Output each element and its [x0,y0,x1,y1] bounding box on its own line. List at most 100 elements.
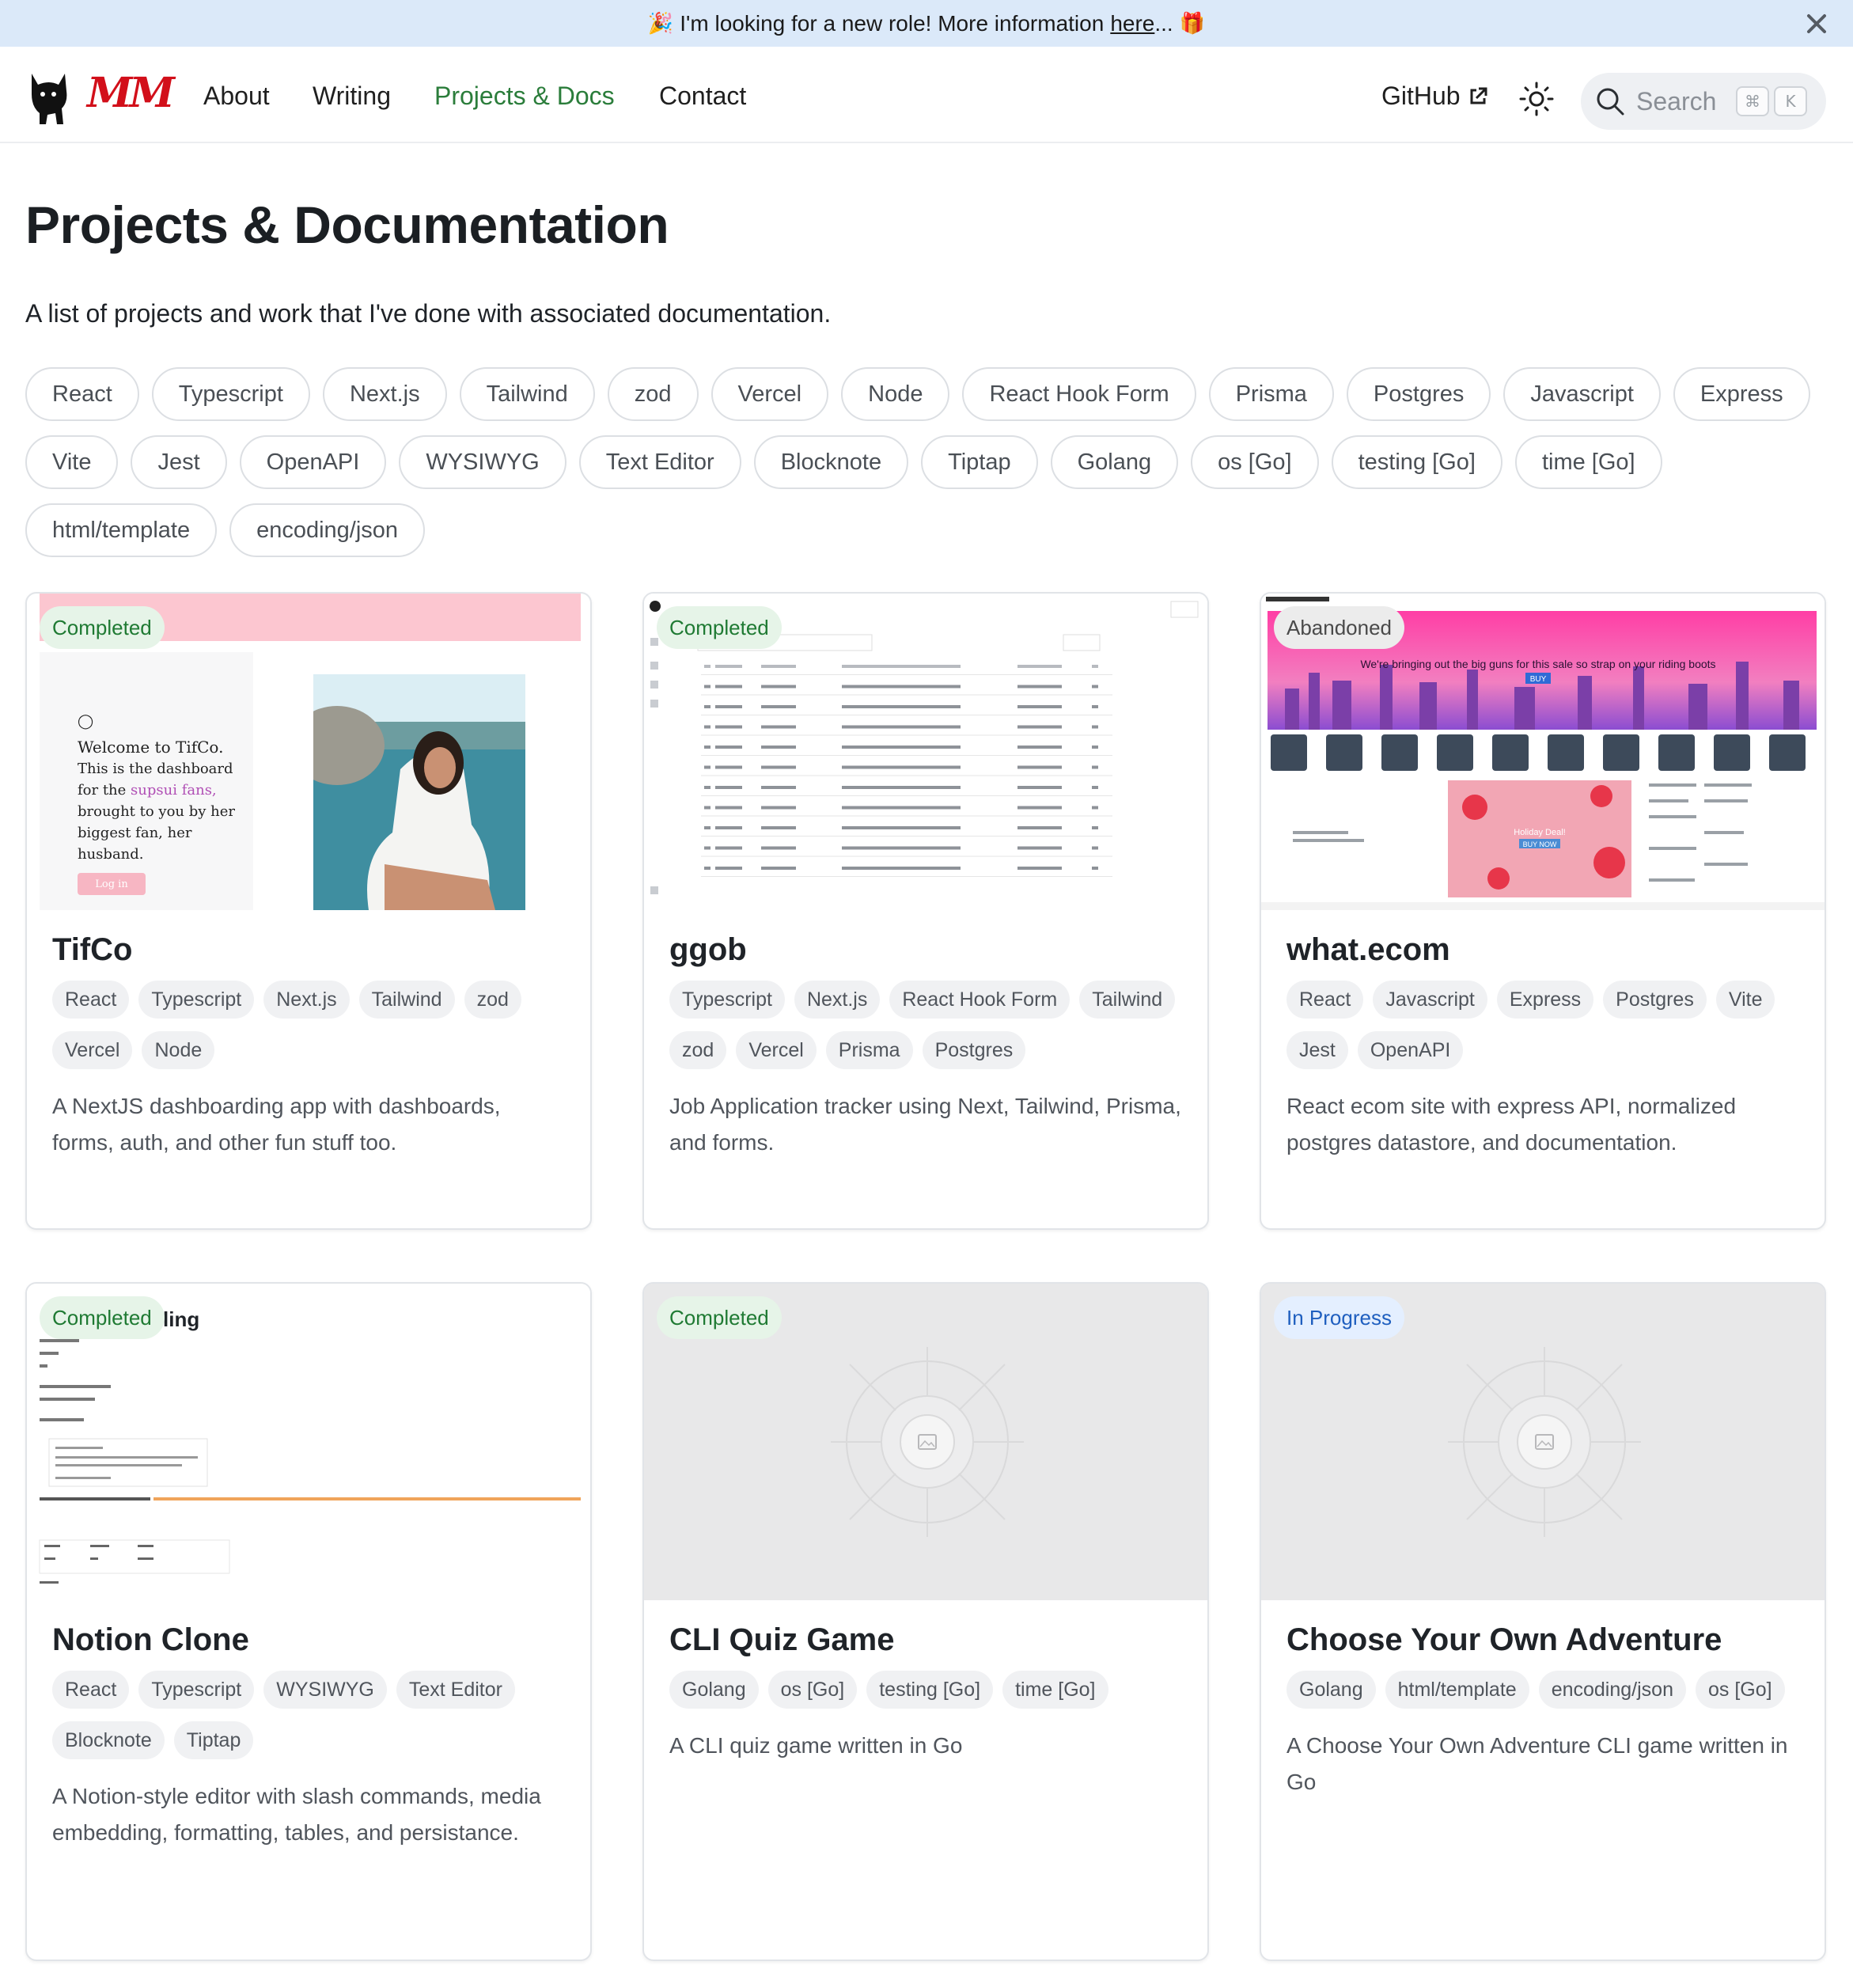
project-preview-what-ecom: We're bringing out the big guns for this… [1261,594,1825,910]
tag: Postgres [922,1031,1026,1069]
filter-chip[interactable]: Express [1673,367,1810,421]
preview-row-cell [1017,765,1062,769]
tag: time [Go] [1002,1671,1108,1709]
filter-chip[interactable]: Next.js [322,367,447,421]
announcement-banner: 🎉 I'm looking for a new role! More infor… [0,0,1853,47]
project-title[interactable]: ggob [669,932,1182,968]
preview-product-thumb [1658,734,1695,771]
theme-toggle-sun-icon[interactable] [1518,80,1556,118]
preview-row-divider [701,694,1112,696]
preview-product-thumb [1548,734,1584,771]
preview-hero-text: We're bringing out the big guns for this… [1360,658,1715,670]
status-badge: Completed [657,606,782,649]
preview-row-cell [1017,786,1062,789]
preview-row-cell [761,665,796,668]
preview-row-cell [704,867,711,870]
filter-chip[interactable]: Typescript [151,367,310,421]
tag: React [52,1671,130,1709]
project-title[interactable]: TifCo [52,932,565,968]
project-title[interactable]: what.ecom [1286,932,1799,968]
filter-chip[interactable]: Text Editor [578,435,741,489]
preview-row-cell [1017,867,1062,870]
preview-row-cell [715,826,742,829]
preview-row-divider [701,876,1112,877]
preview-row-cell [704,725,711,729]
filter-chip[interactable]: time [Go] [1514,435,1662,489]
filter-chip[interactable]: Vite [25,435,119,489]
preview-product-thumb [1603,734,1639,771]
filter-chip[interactable]: Tiptap [921,435,1038,489]
project-card-what-ecom[interactable]: We're bringing out the big guns for this… [1260,592,1826,1230]
filter-chip[interactable]: testing [Go] [1331,435,1502,489]
preview-line: biggest fan, her [78,825,192,841]
preview-row-cell [715,867,742,870]
filter-chip[interactable]: React [25,367,139,421]
banner-text: I'm looking for a new role! More informa… [680,10,1105,36]
github-link[interactable]: GitHub [1381,82,1489,111]
filter-chip[interactable]: OpenAPI [239,435,387,489]
project-tags: Golang os [Go] testing [Go] time [Go] [669,1671,1182,1709]
page-title: Projects & Documentation [25,195,669,254]
preview-row-cell [704,685,711,689]
project-description: React ecom site with express API, normal… [1286,1094,1737,1155]
nav-projects-docs[interactable]: Projects & Docs [434,82,615,111]
tag: Typescript [138,1671,255,1709]
tag: testing [Go] [866,1671,994,1709]
filter-chip[interactable]: React Hook Form [962,367,1196,421]
preview-row-cell [761,786,796,789]
filter-chip[interactable]: Golang [1050,435,1179,489]
preview-row-cell [842,685,961,689]
tag: React Hook Form [889,981,1070,1019]
banner-ellipsis: ... [1154,10,1173,36]
filter-chip[interactable]: encoding/json [229,503,426,557]
banner-link[interactable]: here [1110,11,1154,36]
filter-chip[interactable]: html/template [25,503,218,557]
project-description: Job Application tracker using Next, Tail… [669,1094,1181,1155]
project-card-cli-quiz-game[interactable]: Completed CLI Quiz Game Golang os [Go] t… [642,1282,1209,1961]
filter-chip[interactable]: WYSIWYG [399,435,567,489]
project-card-ggob[interactable]: Completed ggob Typescript Next.js React … [642,592,1209,1230]
brand-logo[interactable]: MM [87,69,175,117]
preview-row-cell [842,867,961,870]
tag: Vercel [52,1031,133,1069]
preview-row-cell [1017,846,1062,850]
tag: React [52,981,130,1019]
nav-contact[interactable]: Contact [659,82,746,111]
page-description: A list of projects and work that I've do… [25,299,832,328]
filter-chip[interactable]: Node [841,367,950,421]
filter-chip[interactable]: Javascript [1503,367,1661,421]
preview-row-cell [1017,705,1062,708]
preview-row-cell [1092,746,1098,749]
project-title[interactable]: Notion Clone [52,1622,565,1658]
preview-row-cell [1017,746,1062,749]
tag: OpenAPI [1357,1031,1464,1069]
project-tags: Typescript Next.js React Hook Form Tailw… [669,981,1182,1069]
preview-row-divider [701,755,1112,756]
filter-chip[interactable]: Jest [131,435,227,489]
preview-row-cell [761,765,796,769]
project-card-tifco[interactable]: ◯ Welcome to TifCo. This is the dashboar… [25,592,592,1230]
preview-row-cell [1017,665,1062,668]
cat-logo-icon[interactable] [27,70,71,126]
project-title[interactable]: CLI Quiz Game [669,1622,1182,1658]
filter-chip[interactable]: Blocknote [753,435,909,489]
filter-chip[interactable]: Tailwind [459,367,595,421]
preview-product-thumb [1714,734,1750,771]
filter-chip[interactable]: Prisma [1208,367,1334,421]
preview-row-cell [842,846,961,850]
project-card-choose-your-own-adventure[interactable]: In Progress Choose Your Own Adventure Go… [1260,1282,1826,1961]
close-icon[interactable] [1802,9,1831,38]
filter-chip[interactable]: Vercel [711,367,829,421]
project-card-notion-clone[interactable]: ling Completed Notion Clone React Typesc… [25,1282,592,1961]
filter-chip[interactable]: zod [607,367,699,421]
filter-chip[interactable]: os [Go] [1191,435,1319,489]
project-description: A CLI quiz game written in Go [669,1733,963,1758]
project-title[interactable]: Choose Your Own Adventure [1286,1622,1799,1658]
search-button[interactable]: Search ⌘ K [1581,73,1826,130]
tag: Text Editor [396,1671,515,1709]
nav-about[interactable]: About [203,82,270,111]
filter-chip[interactable]: Postgres [1346,367,1491,421]
nav-writing[interactable]: Writing [313,82,391,111]
preview-row-cell [761,867,796,870]
preview-welcome: Welcome to TifCo. [78,738,224,757]
